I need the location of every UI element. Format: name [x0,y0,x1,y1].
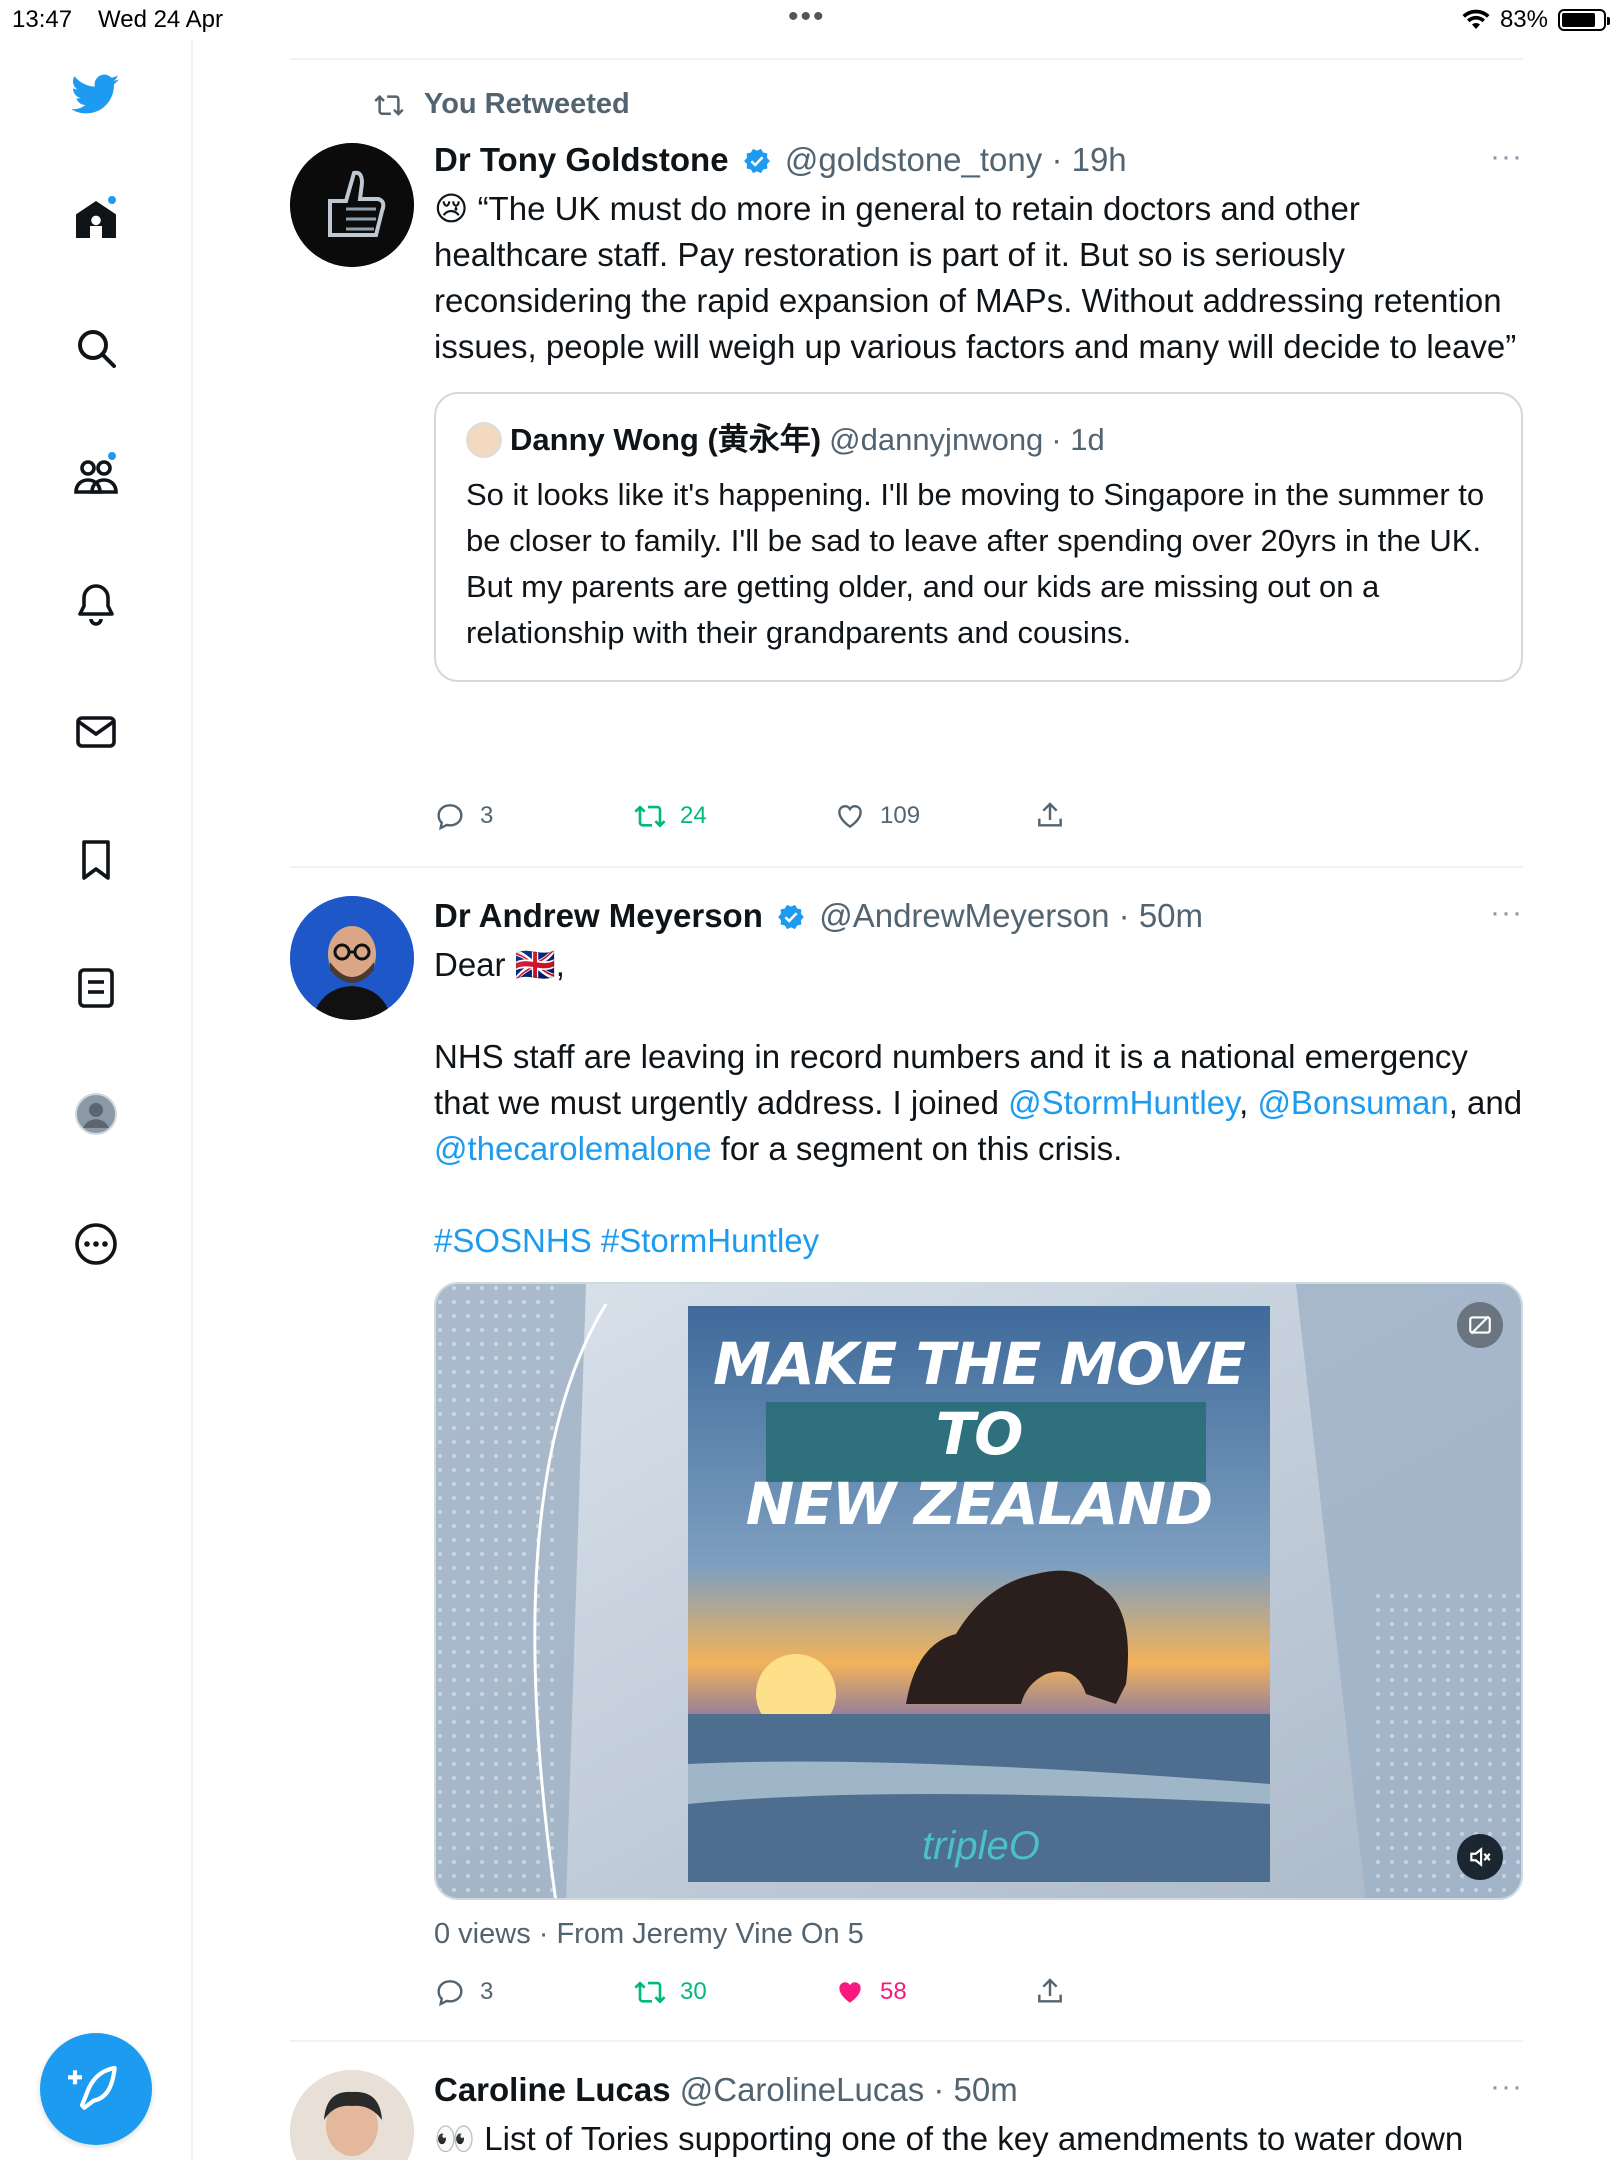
timeline-top-divider [290,58,1523,60]
home-notification-dot [106,194,118,206]
avatar[interactable] [290,896,414,1020]
retweet-count: 30 [680,1978,707,2005]
author-handle[interactable]: @goldstone_tony [785,141,1042,178]
status-time: 13:47 [12,6,73,33]
mute-icon[interactable] [1457,1834,1503,1880]
tweet[interactable]: Caroline Lucas @CarolineLucas · 50m ··· … [290,2070,1523,2160]
tweet-actions: 3 30 58 [434,1976,1234,2008]
video-headline-line1: MAKE THE MOVE TO [713,1330,1246,1468]
author-handle[interactable]: @CarolineLucas [680,2071,924,2108]
share-button[interactable] [1034,800,1234,832]
quoted-avatar [466,422,502,458]
author-name[interactable]: Dr Andrew Meyerson [434,897,763,934]
tweet-header: Caroline Lucas @CarolineLucas · 50m [434,2070,1523,2110]
tweet-text-part: , and [1448,1084,1523,1121]
avatar[interactable] [290,143,414,267]
verified-badge-icon [743,148,770,174]
retweeted-indicator: You Retweeted [372,88,630,121]
quoted-time: · 1d [1051,422,1105,457]
reply-button[interactable]: 3 [434,1976,634,2008]
tweet-header: Dr Andrew Meyerson @AndrewMeyerson · 50m [434,896,1523,936]
tweet-video[interactable]: MAKE THE MOVE TO NEW ZEALAND tripleO [434,1282,1523,1900]
reply-icon [437,1980,463,2007]
tweet-actions: 3 24 109 [434,800,1234,832]
quoted-author-handle: @dannyjnwong [829,422,1044,457]
video-headline-line2: NEW ZEALAND [745,1470,1213,1538]
tweet-more-icon[interactable]: ··· [1490,2070,1523,2104]
home-icon[interactable] [68,192,124,248]
tweet-text-greeting: Dear 🇬🇧, [434,946,565,983]
like-button[interactable]: 58 [834,1976,1034,2008]
compose-tweet-button[interactable] [40,2033,152,2145]
share-icon [1038,1978,1062,2003]
more-circle-icon[interactable] [68,1216,124,1272]
mention-link[interactable]: @Bonsuman [1257,1084,1448,1121]
share-button[interactable] [1034,1976,1234,2008]
retweet-button[interactable]: 30 [634,1976,834,2008]
reply-count: 3 [480,802,494,829]
wifi-icon [1462,9,1490,29]
tweet[interactable]: Dr Tony Goldstone @goldstone_tony · 19h … [290,140,1523,850]
communities-icon[interactable] [68,448,124,504]
communities-notification-dot [106,450,118,462]
tweet-more-icon[interactable]: ··· [1490,896,1523,930]
multitasking-dots-icon[interactable]: ••• [788,0,826,34]
tweet-text-part: for a segment on this crisis. [711,1130,1123,1167]
tweet-text-part: , [1239,1084,1258,1121]
tweet-time[interactable]: · 50m [1119,897,1203,934]
search-icon[interactable] [68,320,124,376]
tweet-divider [290,2040,1523,2042]
tweet-text: 👀 List of Tories supporting one of the k… [434,2120,1464,2157]
status-date: Wed 24 Apr [98,6,223,33]
tweet-time[interactable]: · 19h [1051,141,1126,178]
retweet-button[interactable]: 24 [634,800,834,832]
quoted-text: So it looks like it's happening. I'll be… [466,477,1485,650]
compose-feather-icon [68,2065,117,2110]
tweet-divider [290,866,1523,868]
verified-badge-icon [778,904,804,930]
sidebar [0,40,193,2160]
author-name[interactable]: Caroline Lucas [434,2071,671,2108]
retweet-icon [634,805,666,828]
retweet-icon [634,1981,666,2004]
sensitive-media-toggle-icon[interactable] [1457,1302,1503,1348]
status-bar: 13:47 Wed 24 Apr ••• 83% [0,0,1620,40]
retweet-icon [374,94,404,116]
tweet-header: Dr Tony Goldstone @goldstone_tony · 19h [434,140,1523,180]
retweet-count: 24 [680,802,707,829]
twitter-bird-icon[interactable] [68,66,124,122]
quoted-tweet[interactable]: Danny Wong (黄永年) @dannyjnwong · 1d So it… [434,392,1523,682]
reply-icon [437,804,463,831]
author-handle[interactable]: @AndrewMeyerson [819,897,1109,934]
notifications-bell-icon[interactable] [68,576,124,632]
author-name[interactable]: Dr Tony Goldstone [434,141,729,178]
tweet-more-icon[interactable]: ··· [1490,140,1523,174]
mention-link[interactable]: @thecarolemalone [434,1130,712,1167]
battery-percent: 83% [1499,6,1548,33]
hashtags[interactable]: #SOSNHS #StormHuntley [434,1218,1523,1264]
reply-button[interactable]: 3 [434,800,634,832]
like-button[interactable]: 109 [834,800,1034,832]
retweeted-label: You Retweeted [424,88,630,120]
like-count: 109 [880,802,921,829]
mention-link[interactable]: @StormHuntley [1008,1084,1239,1121]
tweet-time[interactable]: · 50m [933,2071,1017,2108]
tweet-text: NHS staff are leaving in record numbers … [434,1034,1523,1172]
share-icon [1038,802,1062,827]
video-views: 0 views · From Jeremy Vine On 5 [434,1918,864,1950]
heart-filled-icon [839,1982,861,2003]
reply-count: 3 [480,1978,494,2005]
quoted-author-name: Danny Wong (黄永年) [510,422,822,457]
lists-icon[interactable] [68,960,124,1016]
video-headline: MAKE THE MOVE TO NEW ZEALAND [688,1329,1270,1539]
tweet-text: 😢 “The UK must do more in general to ret… [434,190,1517,365]
bookmark-icon[interactable] [68,832,124,888]
profile-avatar-icon[interactable] [68,1086,124,1142]
avatar[interactable] [290,2070,414,2160]
heart-icon [838,805,862,829]
video-brand: tripleO [922,1824,1040,1868]
messages-mail-icon[interactable] [68,704,124,760]
like-count: 58 [880,1978,907,2005]
battery-icon [1558,9,1610,31]
